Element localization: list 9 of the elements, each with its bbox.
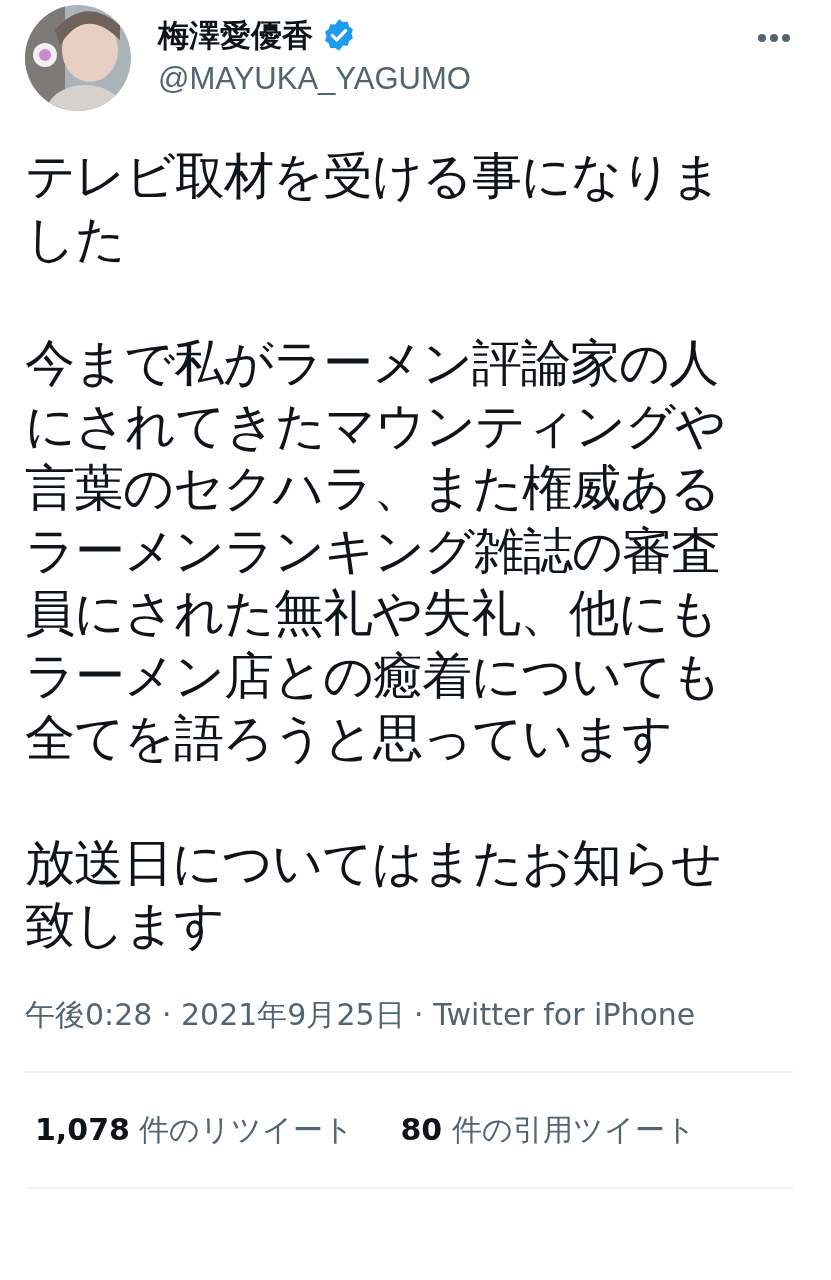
tweet-text: テレビ取材を受ける事になりま した <box>25 146 721 270</box>
tweet-timestamp[interactable]: 午後0:28 · 2021年9月25日 · Twitter for iPhone <box>25 996 696 1032</box>
display-name[interactable]: 梅澤愛優香 <box>158 15 313 55</box>
tweet-text: 今まで私がラーメン評論家の人 にされてきたマウンティングや 言葉のセクハラ、また権威ある ラーメンランキング雑誌の審査 員にされた無礼や失礼、他にも ラーメン店との癒着についても 全てを語ろうと思っています <box>25 333 725 769</box>
user-handle[interactable]: @MAYUKA_YAGUMO <box>158 59 471 99</box>
engagement-stat[interactable]: 1,078 件のリツイート <box>35 1109 355 1150</box>
tweet-text: 放送日についてはまたお知らせ 致します <box>25 832 721 956</box>
more-options-icon[interactable] <box>757 33 791 43</box>
engagement-stat[interactable]: 80 件の引用ツイート <box>400 1109 696 1150</box>
